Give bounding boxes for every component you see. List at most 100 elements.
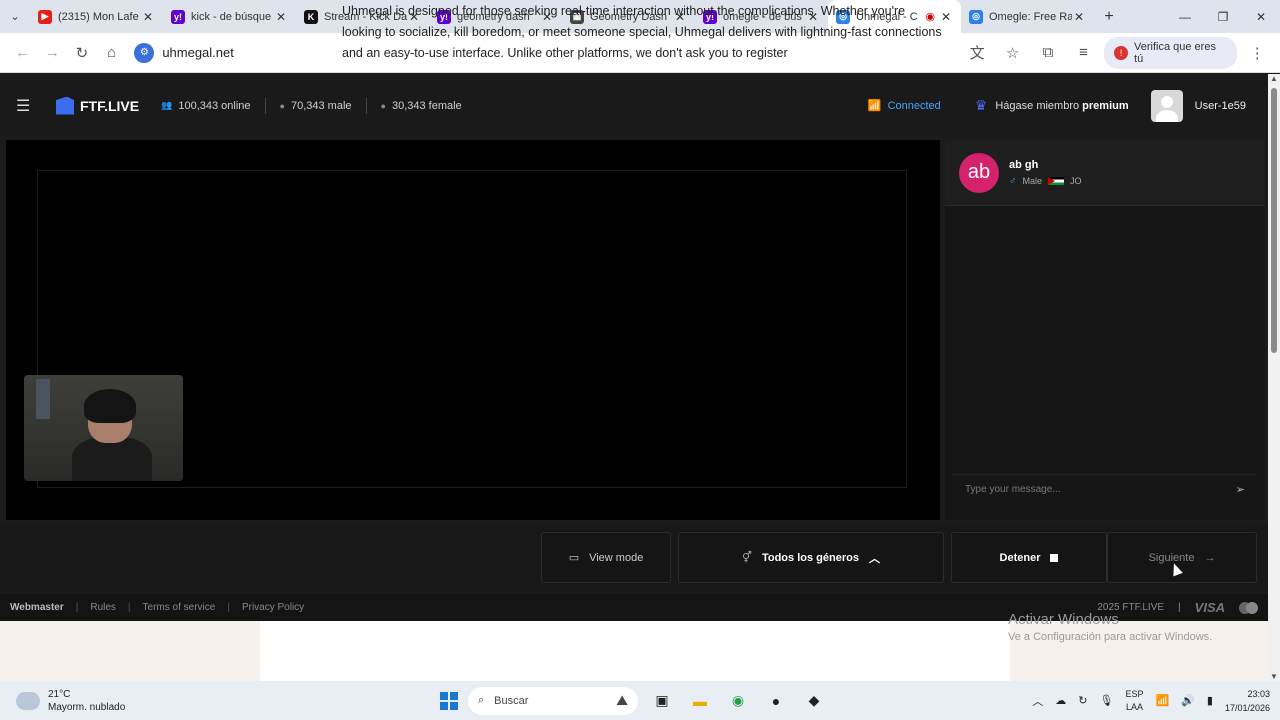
close-window-button[interactable]: ✕ (1242, 0, 1280, 33)
user-menu[interactable]: User-1e59 (1150, 89, 1246, 122)
new-tab-button[interactable]: + (1094, 0, 1124, 33)
premium-prefix: Hágase miembro (995, 99, 1080, 112)
reload-button[interactable]: ↻ (67, 38, 97, 68)
browser-menu-icon[interactable]: ⋮ (1243, 38, 1272, 68)
scroll-up-arrow-icon[interactable]: ▲ (1270, 74, 1278, 83)
scroll-down-arrow-icon[interactable]: ▼ (1270, 672, 1278, 681)
browser-tab[interactable]: ◎ Omegle: Free Ra ✕ (961, 0, 1094, 33)
close-tab-icon[interactable]: ✕ (1072, 10, 1086, 24)
back-button[interactable]: ← (8, 38, 38, 68)
bookmark-star-icon[interactable]: ☆ (998, 38, 1027, 68)
stop-icon (1050, 553, 1059, 562)
microphone-icon[interactable]: 🎙 (1100, 694, 1114, 707)
obs-icon[interactable]: ● (762, 687, 790, 715)
browser-tab[interactable]: y! kick - de búsque ✕ (163, 0, 296, 33)
footer-webmaster-link[interactable]: Webmaster (10, 602, 64, 613)
stop-button[interactable]: Detener (951, 532, 1107, 583)
tab-title: kick - de búsque (191, 10, 272, 23)
camera-shelf (36, 379, 50, 419)
site-logo[interactable]: FTF.LIVE (56, 96, 139, 115)
chevron-up-icon[interactable]: ︿ (1032, 693, 1043, 709)
yahoo-icon: y! (171, 9, 185, 24)
footer-rules-link[interactable]: Rules (90, 602, 116, 613)
chat-panel: ab ab gh ♂ Male JO Type your message... … (945, 140, 1265, 520)
language-code: ESP (1125, 688, 1144, 699)
jordan-flag-icon (1048, 177, 1065, 185)
arrow-right-icon: → (1204, 551, 1216, 564)
minimize-button[interactable]: — (1166, 0, 1204, 33)
taskbar-search[interactable]: ⌕ Buscar ⛰ (468, 686, 638, 715)
clock-time: 23:03 (1247, 688, 1270, 699)
stat-divider (365, 97, 367, 114)
scroll-thumb[interactable] (1271, 88, 1277, 353)
site-header: ☰ FTF.LIVE 👥 100,343 online ● 70,343 mal… (0, 74, 1268, 137)
refresh-icon[interactable]: ↻ (1078, 694, 1087, 707)
camera-person-body (72, 437, 152, 481)
person-icon: ● (380, 100, 386, 111)
window-controls: — ❐ ✕ (1166, 0, 1280, 33)
view-mode-button[interactable]: ▭ View mode (541, 532, 671, 583)
partner-avatar: ab (959, 152, 999, 193)
chat-messages (945, 206, 1265, 466)
roblox-icon[interactable]: ◆ (800, 687, 828, 715)
weather-desc: Mayorm. nublado (48, 701, 126, 713)
message-placeholder: Type your message... (965, 484, 1061, 495)
taskbar-search-label: Buscar (494, 694, 529, 707)
translate-icon[interactable]: 文 (962, 38, 991, 68)
footer-privacy-link[interactable]: Privacy Policy (242, 602, 304, 613)
task-view-icon[interactable]: ▣ (648, 687, 676, 715)
description-paragraph: Uhmegal is designed for those seeking re… (342, 4, 942, 60)
weather-widget[interactable]: 21°C Mayorm. nublado (16, 688, 216, 714)
close-tab-icon[interactable]: ✕ (274, 10, 288, 24)
system-tray: ︿ ☁ ↻ 🎙 ESP LAA 📶 🔊 ▮ 23:03 17/01/2026 (1032, 681, 1270, 720)
hamburger-menu-icon[interactable]: ☰ (16, 96, 46, 116)
wifi-icon: 📶 (867, 100, 882, 112)
stop-label: Detener (999, 551, 1041, 564)
tab-search-dropdown[interactable]: ⌄ (0, 0, 30, 33)
person-icon: ● (279, 100, 285, 111)
content-card (260, 621, 1010, 681)
windows-taskbar: 21°C Mayorm. nublado ⌕ Buscar ⛰ ▣ ▬ ◉ ● … (0, 681, 1280, 720)
windows-start-icon[interactable] (440, 691, 458, 710)
windows-activation-watermark: Activar Windows Ve a Configuración para … (1008, 611, 1212, 643)
premium-bold: premium (1082, 99, 1129, 112)
url-text: uhmegal.net (162, 45, 234, 60)
browser-tab[interactable]: ▶ (2315) Mon Lafe ✕ (30, 0, 163, 33)
chrome-icon[interactable]: ◉ (724, 687, 752, 715)
connection-status-text: Connected (887, 99, 941, 112)
language-indicator[interactable]: ESP LAA (1125, 688, 1143, 714)
file-explorer-icon[interactable]: ▬ (686, 687, 714, 715)
wifi-icon[interactable]: 📶 (1155, 694, 1169, 707)
footer-divider: | (127, 602, 131, 613)
youtube-icon: ▶ (38, 9, 52, 24)
omegle-icon: ◎ (969, 9, 983, 24)
male-count-text: 70,343 male (290, 99, 352, 112)
next-button[interactable]: Siguiente → (1107, 532, 1257, 583)
gender-filter-button[interactable]: ⚥ Todos los géneros ︿ (678, 532, 944, 583)
forward-button[interactable]: → (38, 38, 68, 68)
crown-icon: ♛ (974, 97, 988, 113)
site-info-icon[interactable]: ⚙ (134, 42, 155, 63)
weather-temp: 21°C (48, 688, 71, 700)
users-icon: 👥 (161, 100, 173, 110)
extensions-icon[interactable]: ⧉ (1033, 38, 1062, 68)
media-controls-icon[interactable]: ≡ (1069, 38, 1098, 68)
send-icon[interactable]: ➢ (1236, 483, 1245, 496)
clock[interactable]: 23:03 17/01/2026 (1225, 687, 1270, 715)
premium-button[interactable]: ♛ Hágase miembro premium (975, 97, 1129, 114)
message-input[interactable]: Type your message... ➢ (953, 474, 1257, 504)
cloud-sync-icon[interactable]: ☁ (1055, 694, 1066, 707)
volume-icon[interactable]: 🔊 (1181, 694, 1195, 707)
verify-profile-button[interactable]: ! Verifica que eres tú (1104, 36, 1237, 69)
battery-icon[interactable]: ▮ (1207, 694, 1213, 707)
watermark-title: Activar Windows (1008, 611, 1119, 628)
keyboard-layout: LAA (1125, 701, 1143, 712)
view-mode-label: View mode (589, 551, 644, 564)
restore-button[interactable]: ❐ (1204, 0, 1242, 33)
gender-filter-label: Todos los géneros (761, 551, 859, 564)
home-button[interactable]: ⌂ (97, 38, 127, 68)
close-tab-icon[interactable]: ✕ (141, 10, 155, 24)
page-scrollbar[interactable]: ▲ ▼ (1268, 74, 1280, 681)
footer-terms-link[interactable]: Terms of service (143, 602, 216, 613)
self-camera-preview[interactable] (24, 375, 183, 481)
